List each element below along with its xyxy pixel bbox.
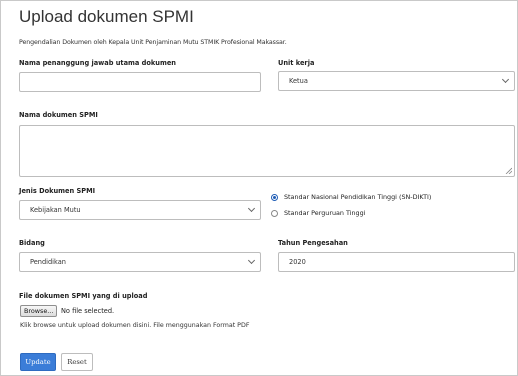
page-title: Upload dokumen SPMI xyxy=(19,7,194,26)
tahun-pengesahan-label: Tahun Pengesahan xyxy=(278,239,348,247)
browse-button[interactable]: Browse... xyxy=(20,305,58,317)
update-button[interactable]: Update xyxy=(20,353,56,371)
page-subtitle: Pengendalian Dokumen oleh Kepala Unit Pe… xyxy=(19,39,287,46)
unit-kerja-selected: Ketua xyxy=(289,77,308,85)
radio-sn-dikti[interactable]: Standar Nasional Pendidikan Tinggi (SN-D… xyxy=(271,193,431,201)
nama-dokumen-label: Nama dokumen SPMI xyxy=(19,111,98,119)
tahun-pengesahan-input[interactable]: 2020 xyxy=(278,252,515,272)
reset-button[interactable]: Reset xyxy=(61,353,93,371)
bidang-selected: Pendidikan xyxy=(30,258,66,266)
unit-kerja-label: Unit kerja xyxy=(278,59,315,67)
chevron-down-icon xyxy=(247,256,256,265)
bidang-select[interactable]: Pendidikan xyxy=(19,252,261,272)
file-upload-label: File dokumen SPMI yang di upload xyxy=(19,292,148,300)
file-status-text: No file selected. xyxy=(61,307,115,315)
upload-form-panel: Upload dokumen SPMI Pengendalian Dokumen… xyxy=(0,0,518,376)
unit-kerja-select[interactable]: Ketua xyxy=(278,71,515,91)
chevron-down-icon xyxy=(247,204,256,213)
bidang-label: Bidang xyxy=(19,239,45,247)
jenis-dokumen-selected: Kebijakan Mutu xyxy=(30,206,81,214)
file-help-text: Klik browse untuk upload dokumen disini.… xyxy=(20,322,250,329)
radio-sn-dikti-label: Standar Nasional Pendidikan Tinggi (SN-D… xyxy=(284,193,432,201)
radio-unselected-icon[interactable] xyxy=(271,209,278,217)
chevron-down-icon xyxy=(501,75,510,84)
radio-selected-icon[interactable] xyxy=(271,193,278,201)
jenis-dokumen-label: Jenis Dokumen SPMI xyxy=(19,187,96,195)
penanggung-jawab-label: Nama penanggung jawab utama dokumen xyxy=(19,59,177,67)
radio-standar-pt[interactable]: Standar Perguruan Tinggi xyxy=(271,209,365,217)
nama-dokumen-textarea[interactable] xyxy=(19,125,515,177)
radio-standar-pt-label: Standar Perguruan Tinggi xyxy=(284,209,366,217)
resize-grip-icon[interactable] xyxy=(505,167,512,174)
jenis-dokumen-select[interactable]: Kebijakan Mutu xyxy=(19,200,261,220)
penanggung-jawab-input[interactable] xyxy=(19,72,261,92)
